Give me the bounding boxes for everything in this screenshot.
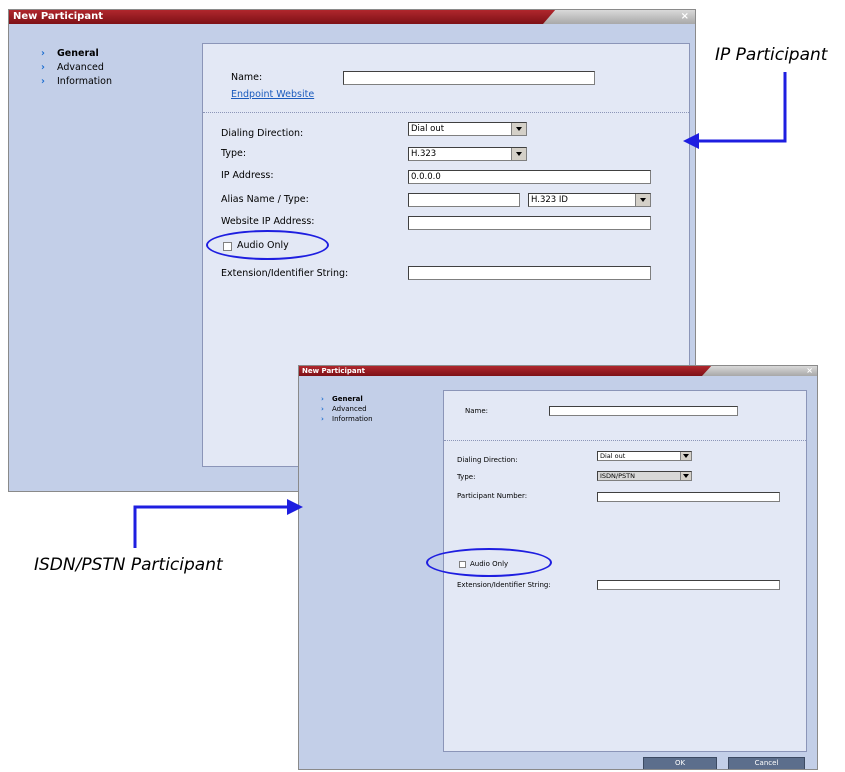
highlight-oval: [426, 548, 552, 577]
nav-item-information[interactable]: › Information: [41, 75, 112, 89]
extension-identifier-label: Extension/Identifier String:: [457, 581, 551, 589]
nav-label: Information: [57, 76, 112, 87]
participant-number-label: Participant Number:: [457, 492, 528, 500]
nav-item-information[interactable]: › Information: [321, 414, 373, 424]
cancel-button[interactable]: Cancel: [728, 757, 805, 769]
website-ip-address-label: Website IP Address:: [221, 216, 315, 227]
nav-label: Advanced: [57, 62, 104, 73]
extension-identifier-label: Extension/Identifier String:: [221, 268, 349, 279]
dialing-direction-label: Dialing Direction:: [221, 128, 304, 139]
nav-tree: › General › Advanced › Information: [321, 394, 373, 424]
alias-type-select[interactable]: H.323 ID: [528, 193, 651, 207]
chevron-down-icon: [635, 194, 650, 206]
participant-number-input[interactable]: [597, 492, 780, 502]
isdn-participant-dialog: New Participant × › General › Advanced ›…: [298, 365, 818, 770]
nav-item-general[interactable]: › General: [41, 47, 112, 61]
close-icon[interactable]: ×: [681, 10, 689, 24]
ip-callout-arrow: [698, 72, 787, 143]
nav-label: Information: [332, 415, 373, 423]
dialing-direction-select[interactable]: Dial out: [597, 451, 692, 461]
chevron-right-icon: ›: [41, 76, 45, 87]
general-panel: Name: Dialing Direction: Dial out Type: …: [426, 390, 807, 752]
select-value: H.323 ID: [531, 195, 568, 205]
chevron-right-icon: ›: [41, 48, 45, 59]
nav-label: General: [57, 48, 99, 59]
name-input[interactable]: [343, 71, 595, 85]
nav-label: Advanced: [332, 405, 367, 413]
endpoint-website-link[interactable]: Endpoint Website: [231, 89, 314, 100]
nav-tree: › General › Advanced › Information: [41, 47, 112, 89]
type-select[interactable]: H.323: [408, 147, 527, 161]
ok-button[interactable]: OK: [643, 757, 717, 769]
ip-address-label: IP Address:: [221, 170, 274, 181]
dialing-direction-select[interactable]: Dial out: [408, 122, 527, 136]
select-value: ISDN/PSTN: [600, 472, 635, 480]
nav-item-advanced[interactable]: › Advanced: [41, 61, 112, 75]
titlebar-decoration: [702, 366, 817, 376]
dialog-title: New Participant: [302, 367, 365, 375]
type-label: Type:: [221, 148, 247, 159]
chevron-down-icon: [680, 472, 691, 480]
name-input[interactable]: [549, 406, 738, 416]
extension-identifier-input[interactable]: [597, 580, 780, 590]
alias-name-type-label: Alias Name / Type:: [221, 194, 309, 205]
nav-item-advanced[interactable]: › Advanced: [321, 404, 373, 414]
ip-address-input[interactable]: 0.0.0.0: [408, 170, 651, 184]
dialing-direction-label: Dialing Direction:: [457, 456, 518, 464]
nav-item-general[interactable]: › General: [321, 394, 373, 404]
chevron-right-icon: ›: [321, 395, 324, 403]
alias-name-input[interactable]: [408, 193, 520, 207]
highlight-oval: [206, 230, 329, 260]
name-label: Name:: [465, 407, 489, 415]
nav-label: General: [332, 395, 363, 403]
dialog-title: New Participant: [13, 11, 103, 22]
name-label: Name:: [231, 72, 263, 83]
select-value: Dial out: [600, 452, 626, 460]
close-icon[interactable]: ×: [806, 366, 813, 376]
type-select[interactable]: ISDN/PSTN: [597, 471, 692, 481]
website-ip-address-input[interactable]: [408, 216, 651, 230]
chevron-right-icon: ›: [41, 62, 45, 73]
select-value: H.323: [411, 149, 437, 159]
section-divider: [444, 440, 806, 441]
chevron-down-icon: [511, 148, 526, 160]
ip-participant-callout: IP Participant: [715, 45, 828, 65]
extension-identifier-input[interactable]: [408, 266, 651, 280]
select-value: Dial out: [411, 124, 445, 134]
isdn-participant-callout: ISDN/PSTN Participant: [34, 555, 223, 575]
section-divider: [203, 112, 689, 113]
chevron-down-icon: [511, 123, 526, 135]
chevron-right-icon: ›: [321, 415, 324, 423]
chevron-down-icon: [680, 452, 691, 460]
chevron-right-icon: ›: [321, 405, 324, 413]
isdn-callout-arrow: [133, 505, 288, 548]
titlebar-decoration: [543, 10, 695, 24]
type-label: Type:: [457, 473, 476, 481]
